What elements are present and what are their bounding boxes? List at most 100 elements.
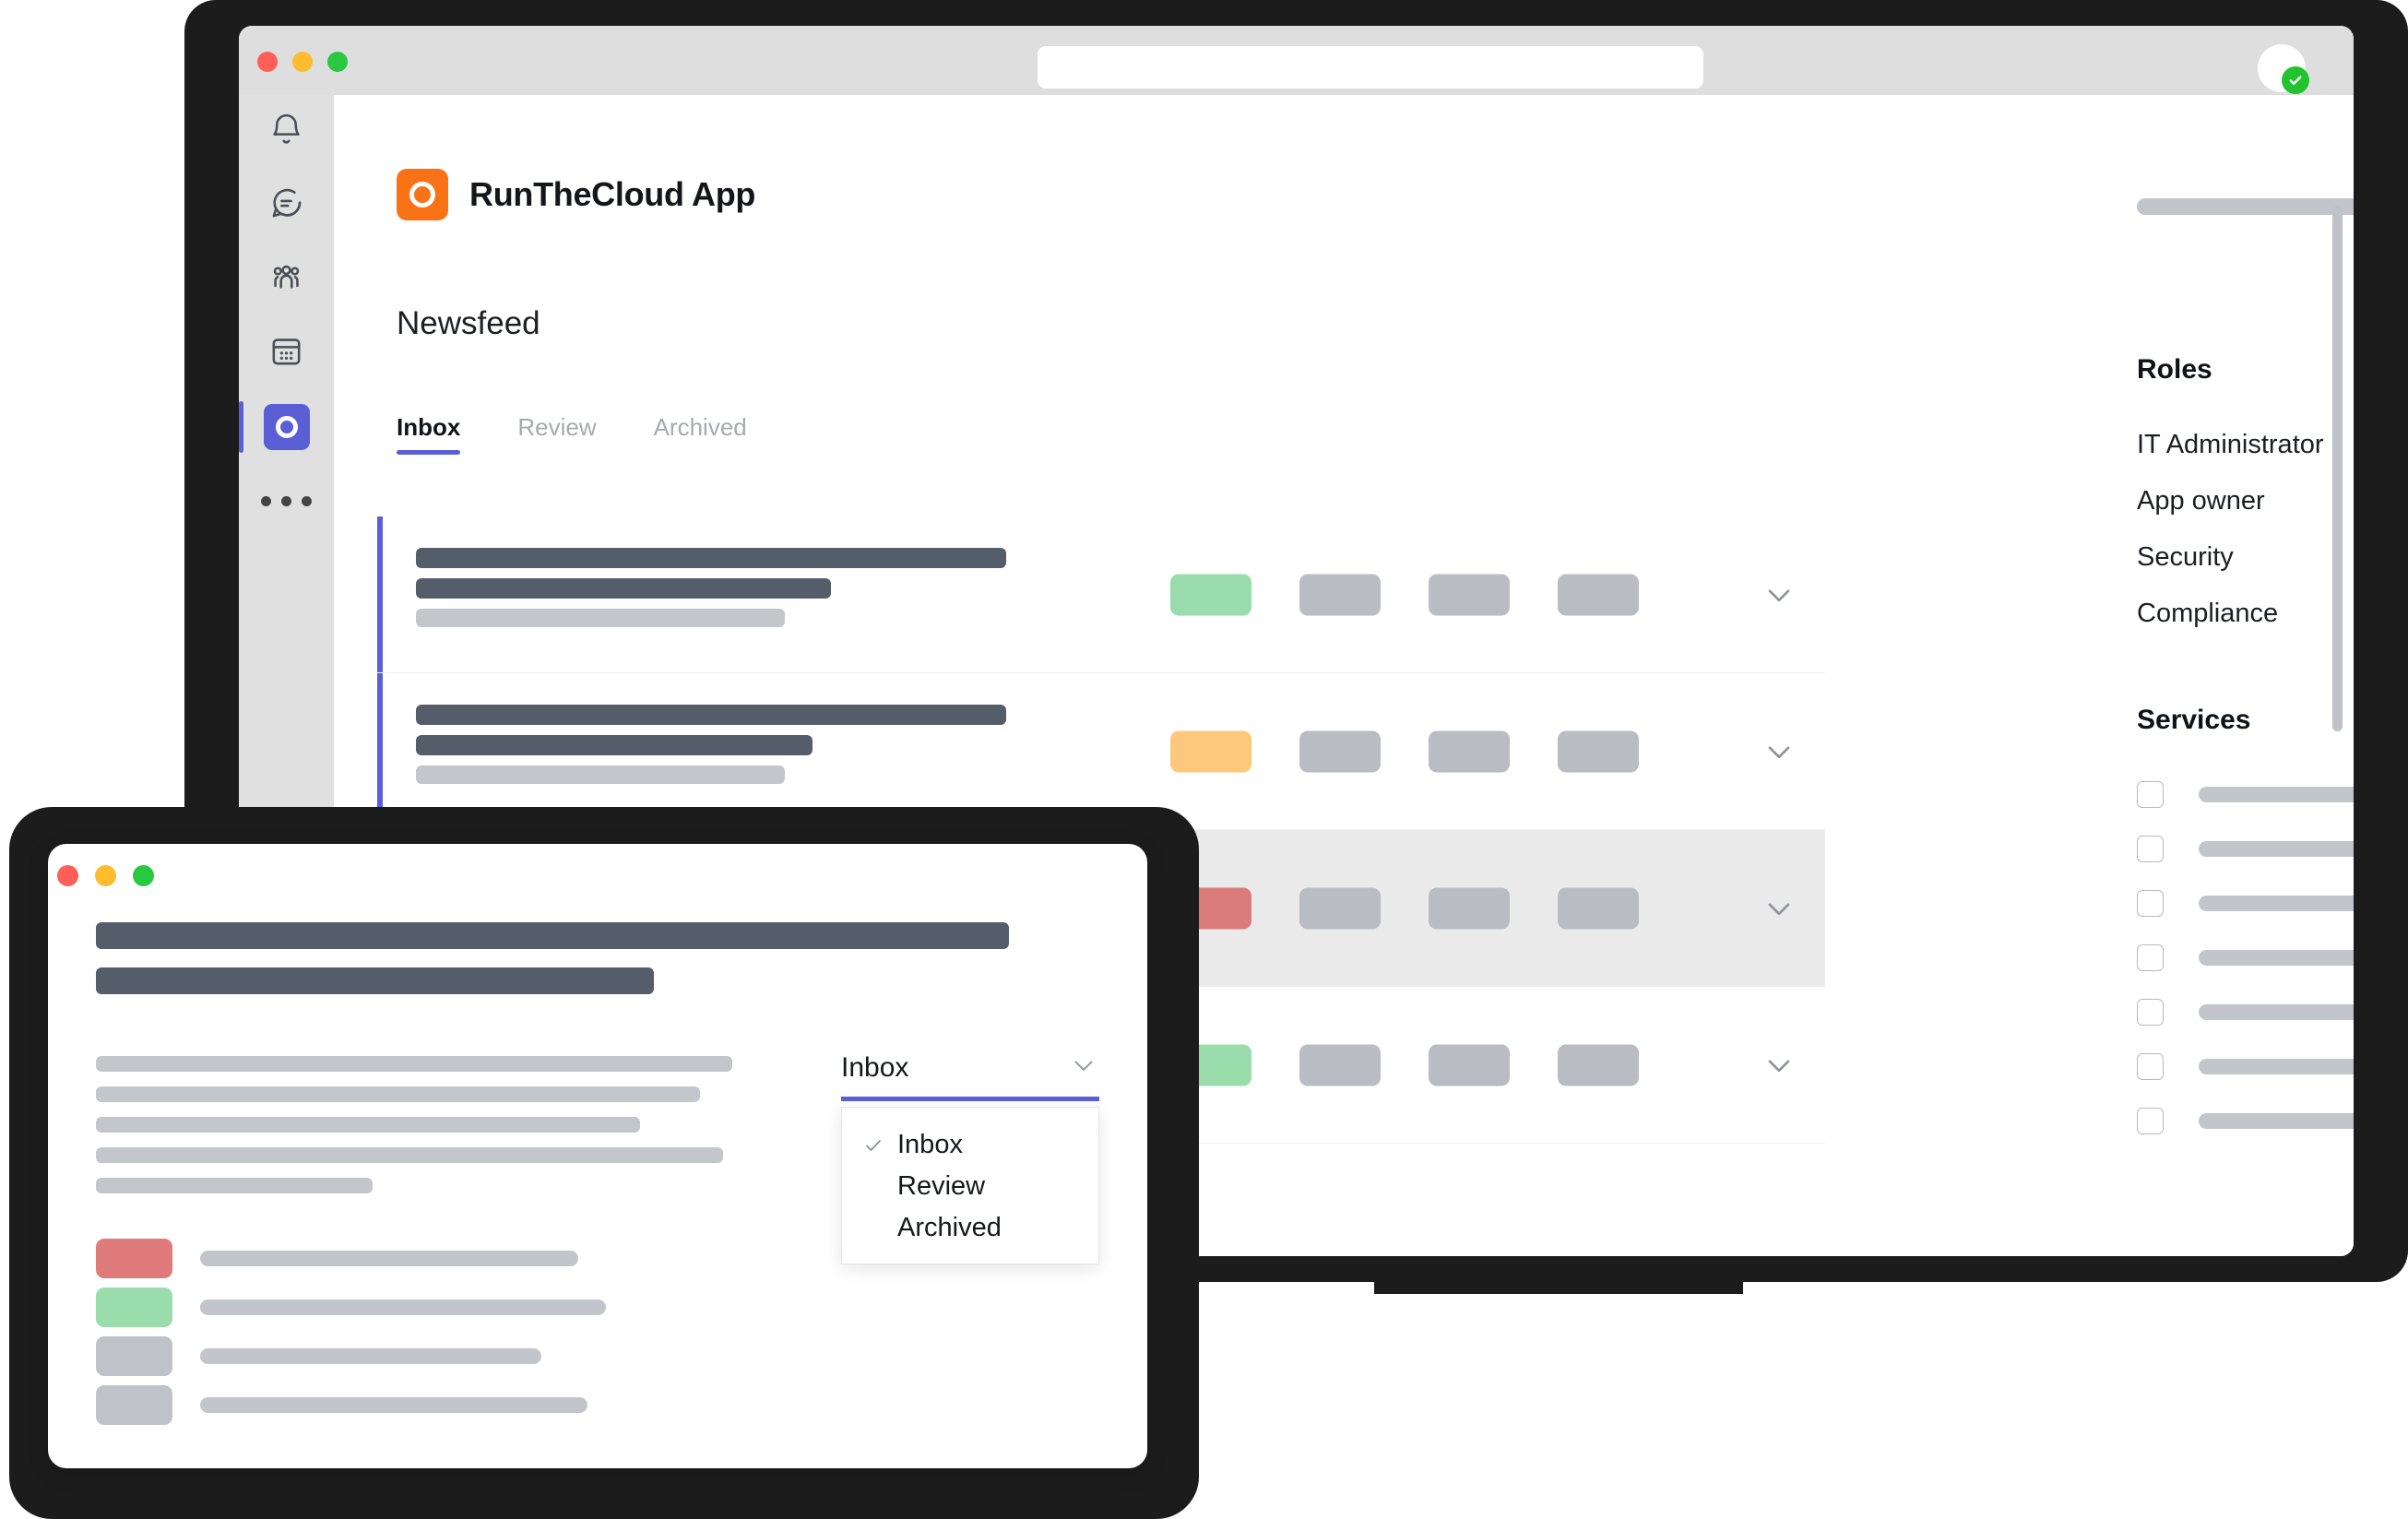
row-accent-bar [377, 516, 383, 672]
row-tag-2[interactable] [1429, 1044, 1510, 1086]
status-badge[interactable] [96, 1288, 172, 1327]
close-button[interactable] [257, 52, 278, 72]
row-tag-2[interactable] [1429, 887, 1510, 929]
sidebar-item-it-administrator[interactable]: IT Administrator [2137, 417, 2354, 473]
menu-item-label: Review [897, 1171, 986, 1201]
maximize-button[interactable] [327, 52, 348, 72]
rail-item-notifications[interactable] [239, 95, 334, 169]
sidebar-item-app-owner[interactable]: App owner [2137, 473, 2354, 529]
service-label-placeholder [2199, 787, 2354, 802]
status-badge[interactable] [96, 1385, 172, 1425]
avatar[interactable] [2258, 44, 2330, 94]
sidebar-item-compliance[interactable]: Compliance [2137, 586, 2354, 642]
tab-archived[interactable]: Archived [654, 413, 747, 455]
tab-review[interactable]: Review [517, 413, 596, 455]
vertical-scrollbar[interactable] [2332, 206, 2343, 731]
list-item[interactable] [96, 1332, 741, 1381]
list-item-label-placeholder [200, 1251, 578, 1266]
close-button[interactable] [57, 865, 78, 886]
menu-item-label: Archived [897, 1213, 1002, 1242]
dropdown-selected-value: Inbox [841, 1051, 909, 1083]
chevron-down-icon[interactable] [1761, 890, 1797, 927]
checkbox[interactable] [2137, 944, 2164, 971]
table-row[interactable] [377, 516, 1825, 673]
menu-item-review[interactable]: Review [842, 1166, 1098, 1207]
list-item[interactable] [2137, 931, 2354, 985]
sidebar-item-security[interactable]: Security [2137, 529, 2354, 586]
menu-item-archived[interactable]: Archived [842, 1207, 1098, 1249]
row-tag-2[interactable] [1429, 730, 1510, 772]
row-tag-2[interactable] [1429, 574, 1510, 615]
row-tag-1[interactable] [1299, 574, 1381, 615]
orange-ring-icon [397, 169, 448, 220]
list-item[interactable] [2137, 1039, 2354, 1094]
checkbox[interactable] [2137, 890, 2164, 917]
row-tag-3[interactable] [1558, 887, 1639, 929]
maximize-button[interactable] [133, 865, 154, 886]
row-tag-1[interactable] [1299, 1044, 1381, 1086]
status-badge[interactable] [96, 1336, 172, 1376]
menu-item-inbox[interactable]: Inbox [842, 1124, 1098, 1166]
sidebar-filter-select[interactable] [2137, 187, 2354, 225]
minimize-button[interactable] [95, 865, 116, 886]
status-badge-available [2282, 66, 2309, 94]
row-tag-1[interactable] [1299, 730, 1381, 772]
status-badge[interactable] [96, 1239, 172, 1278]
rail-item-more[interactable] [239, 464, 334, 538]
list-item-label-placeholder [200, 1397, 587, 1413]
page-title: Newsfeed [397, 305, 540, 341]
checkbox[interactable] [2137, 999, 2164, 1026]
services-heading: Services [2137, 705, 2251, 735]
list-item-label-placeholder [200, 1299, 606, 1315]
list-item[interactable] [2137, 876, 2354, 931]
front-status-list [96, 1234, 741, 1430]
tab-bar: Inbox Review Archived [397, 413, 804, 455]
list-item[interactable] [2137, 985, 2354, 1039]
traffic-lights [257, 52, 348, 72]
chevron-down-icon[interactable] [1068, 1050, 1099, 1086]
dropdown-menu: Inbox Review Archived [841, 1107, 1099, 1264]
bell-icon [267, 111, 305, 153]
list-item[interactable] [96, 1283, 741, 1332]
row-pills [1170, 887, 1639, 929]
list-item[interactable] [96, 1381, 741, 1430]
rail-item-runthecloud-app[interactable] [239, 390, 334, 464]
front-heading-skeleton [96, 922, 1120, 1013]
chevron-down-icon[interactable] [1761, 733, 1797, 770]
chevron-down-icon[interactable] [1761, 576, 1797, 613]
rail-item-chat[interactable] [239, 169, 334, 243]
row-tag-3[interactable] [1558, 730, 1639, 772]
service-label-placeholder [2199, 841, 2354, 857]
service-label-placeholder [2199, 1004, 2354, 1020]
list-item[interactable] [2137, 767, 2354, 822]
check-icon [862, 1134, 886, 1157]
status-badge[interactable] [1170, 574, 1251, 615]
row-tag-1[interactable] [1299, 887, 1381, 929]
view-filter-dropdown: Inbox Inbox Review Archived [841, 1050, 1099, 1264]
list-item[interactable] [96, 1234, 741, 1283]
row-pills [1170, 730, 1639, 772]
dropdown-toggle[interactable]: Inbox [841, 1050, 1099, 1101]
status-badge[interactable] [1170, 730, 1251, 772]
checkbox[interactable] [2137, 781, 2164, 808]
row-pills [1170, 574, 1639, 615]
list-item[interactable] [2137, 822, 2354, 876]
app-ring-icon [263, 404, 310, 450]
search-input[interactable] [1038, 46, 1703, 89]
list-item[interactable] [2137, 1094, 2354, 1148]
minimize-button[interactable] [292, 52, 313, 72]
row-tag-3[interactable] [1558, 574, 1639, 615]
service-label-placeholder [2199, 896, 2354, 911]
checkbox[interactable] [2137, 836, 2164, 862]
more-dots-icon [261, 495, 312, 506]
checkbox[interactable] [2137, 1108, 2164, 1134]
menu-item-label: Inbox [897, 1130, 963, 1159]
row-tag-3[interactable] [1558, 1044, 1639, 1086]
rail-item-teams[interactable] [239, 243, 334, 316]
calendar-icon [267, 332, 305, 374]
checkbox[interactable] [2137, 1053, 2164, 1080]
chevron-down-icon[interactable] [1761, 1047, 1797, 1084]
rail-item-calendar[interactable] [239, 316, 334, 390]
tab-inbox[interactable]: Inbox [397, 413, 461, 455]
sidebar-filter-placeholder [2137, 197, 2354, 215]
